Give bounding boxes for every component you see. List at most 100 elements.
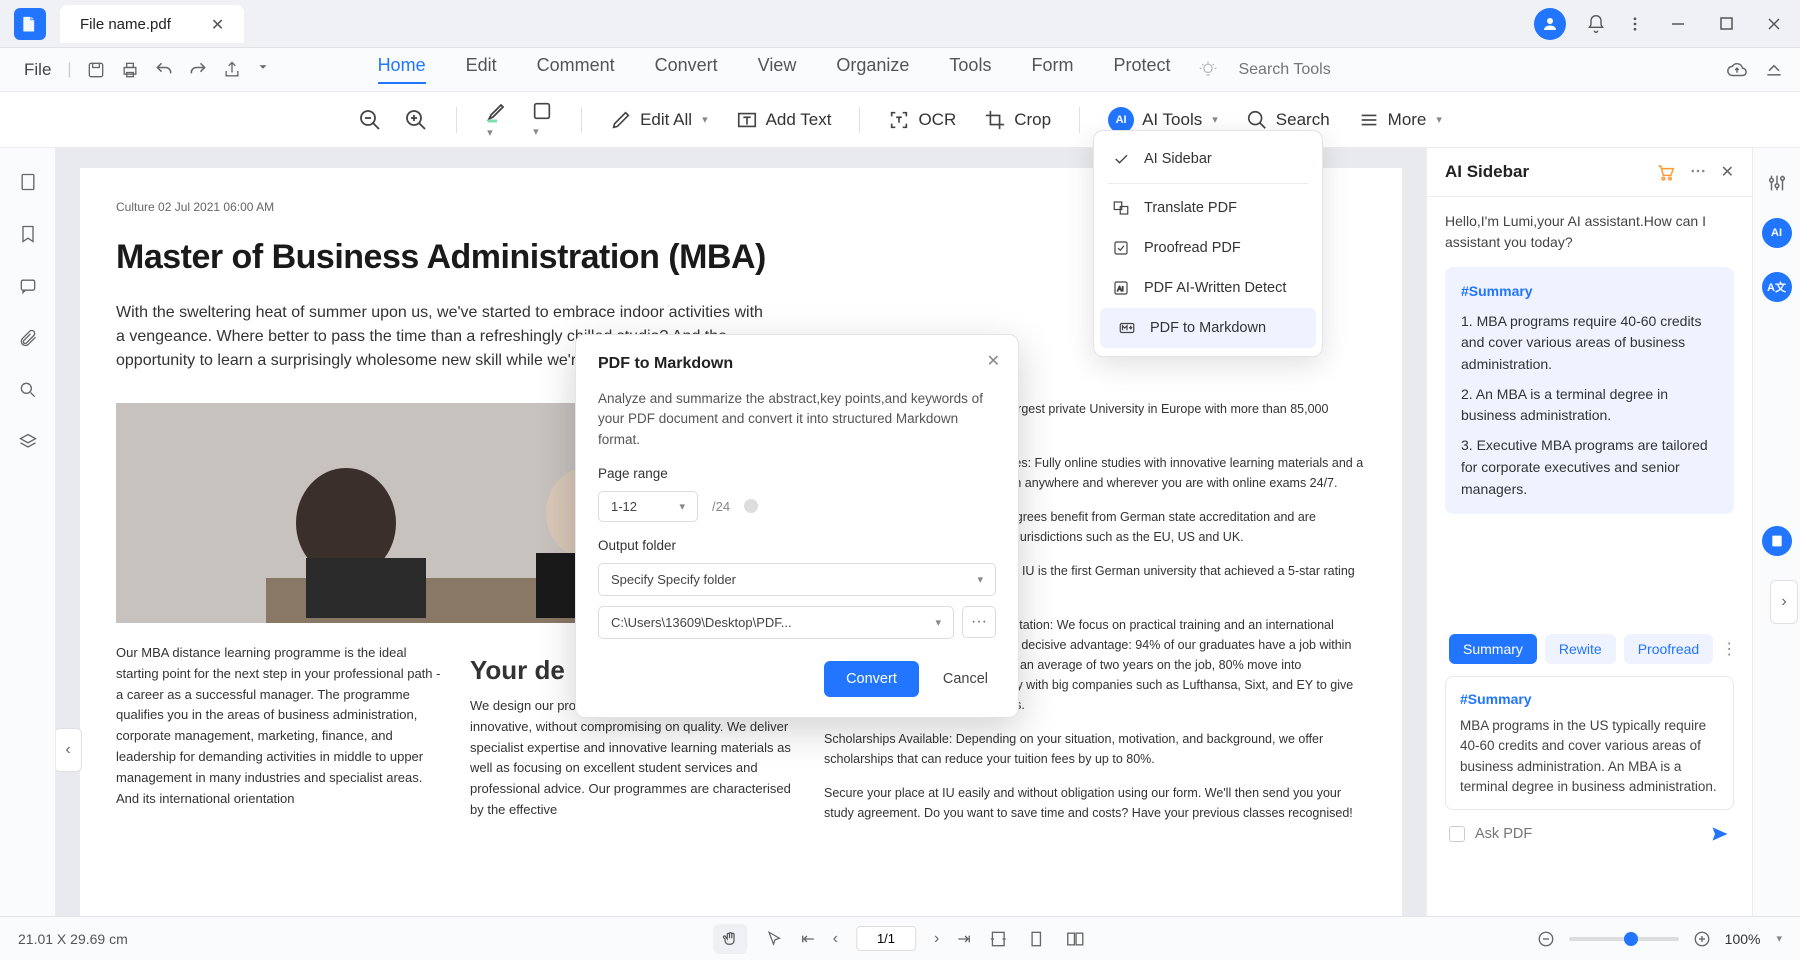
chip-rewrite[interactable]: Rewite: [1545, 634, 1616, 664]
page-next-chevron[interactable]: ›: [1770, 580, 1798, 624]
page-dimensions: 21.01 X 29.69 cm: [18, 931, 128, 947]
zoom-plus-icon[interactable]: [1693, 930, 1711, 948]
send-icon[interactable]: [1710, 824, 1730, 844]
pdf-to-markdown-modal: PDF to Markdown ✕ Analyze and summarize …: [575, 334, 1019, 718]
search-button[interactable]: Search: [1246, 109, 1330, 131]
titlebar: File name.pdf ✕: [0, 0, 1800, 48]
output-path-select[interactable]: C:\Users\13609\Desktop\PDF... ▾: [598, 606, 954, 639]
app-logo[interactable]: [14, 8, 46, 40]
minimize-icon[interactable]: [1664, 10, 1692, 38]
prev-page-icon[interactable]: ‹: [833, 930, 838, 948]
chip-proofread[interactable]: Proofread: [1624, 634, 1713, 664]
ask-pdf-input[interactable]: [1475, 826, 1700, 842]
modal-close-icon[interactable]: ✕: [987, 351, 1000, 371]
ai-more-icon[interactable]: [1689, 162, 1707, 182]
convert-button[interactable]: Convert: [824, 661, 919, 697]
redo-icon[interactable]: [188, 60, 208, 80]
tab-home[interactable]: Home: [378, 55, 426, 84]
rail-doc-icon[interactable]: [1762, 526, 1792, 556]
dropdown-icon[interactable]: [256, 60, 270, 80]
search-panel-icon[interactable]: [18, 380, 38, 400]
page-range-label: Page range: [598, 466, 996, 481]
tab-convert[interactable]: Convert: [655, 55, 718, 84]
ai-result-card: #Summary MBA programs in the US typicall…: [1445, 676, 1734, 810]
tab-protect[interactable]: Protect: [1113, 55, 1170, 84]
left-rail: [0, 148, 56, 960]
ai-menu-proofread[interactable]: Proofread PDF: [1094, 228, 1322, 268]
search-tools-input[interactable]: [1238, 61, 1378, 79]
ai-menu-detect[interactable]: AI PDF AI-Written Detect: [1094, 268, 1322, 308]
page-range-select[interactable]: 1-12 ▾: [598, 491, 698, 522]
select-tool-icon[interactable]: [765, 930, 783, 948]
ai-close-icon[interactable]: ✕: [1721, 162, 1734, 182]
thumbnails-icon[interactable]: [18, 172, 38, 192]
fit-width-icon[interactable]: [989, 929, 1009, 949]
tab-filename: File name.pdf: [80, 16, 171, 33]
first-page-icon[interactable]: ⇤: [801, 929, 814, 949]
tab-tools[interactable]: Tools: [949, 55, 991, 84]
cart-icon[interactable]: [1655, 162, 1675, 182]
more-button[interactable]: More▾: [1358, 109, 1442, 131]
output-folder-select[interactable]: Specify Specify folder ▾: [598, 563, 996, 596]
rail-ai-icon[interactable]: AI: [1762, 218, 1792, 248]
zoom-out-icon[interactable]: [358, 108, 382, 132]
tab-view[interactable]: View: [758, 55, 797, 84]
zoom-slider[interactable]: [1569, 937, 1679, 941]
ask-checkbox[interactable]: [1449, 826, 1465, 842]
tab-close-icon[interactable]: ✕: [211, 15, 224, 35]
browse-button[interactable]: ···: [962, 606, 996, 638]
page-input[interactable]: [856, 926, 916, 951]
tab-form[interactable]: Form: [1031, 55, 1073, 84]
ai-menu-translate[interactable]: Translate PDF: [1094, 188, 1322, 228]
save-icon[interactable]: [86, 60, 106, 80]
ai-tools-button[interactable]: AI AI Tools▾: [1108, 107, 1218, 133]
file-menu[interactable]: File: [16, 56, 59, 84]
page-prev-chevron[interactable]: ‹: [56, 728, 82, 772]
chip-more-icon[interactable]: ⋮: [1721, 639, 1737, 659]
cloud-icon[interactable]: [1726, 59, 1748, 81]
user-avatar[interactable]: [1534, 8, 1566, 40]
svg-text:AI: AI: [1117, 286, 1124, 293]
two-page-icon[interactable]: [1065, 929, 1087, 949]
layers-icon[interactable]: [18, 432, 38, 452]
menubar-tabs: Home Edit Comment Convert View Organize …: [378, 55, 1171, 84]
zoom-minus-icon[interactable]: [1537, 930, 1555, 948]
share-icon[interactable]: [222, 60, 242, 80]
ai-sidebar-title: AI Sidebar: [1445, 162, 1529, 182]
last-page-icon[interactable]: ⇥: [957, 929, 970, 949]
attachments-icon[interactable]: [18, 328, 38, 348]
next-page-icon[interactable]: ›: [934, 930, 939, 948]
ai-menu-markdown[interactable]: PDF to Markdown: [1100, 308, 1316, 348]
rail-translate-icon[interactable]: A文: [1762, 272, 1792, 302]
add-text-button[interactable]: Add Text: [736, 109, 832, 131]
zoom-dropdown-icon[interactable]: ▾: [1776, 932, 1782, 945]
single-page-icon[interactable]: [1027, 929, 1047, 949]
highlighter-icon[interactable]: ▾: [485, 99, 509, 141]
print-icon[interactable]: [120, 60, 140, 80]
tab-edit[interactable]: Edit: [466, 55, 497, 84]
chip-summary[interactable]: Summary: [1449, 634, 1537, 664]
lightbulb-icon[interactable]: [1198, 60, 1218, 80]
document-tab[interactable]: File name.pdf ✕: [60, 5, 244, 43]
cancel-button[interactable]: Cancel: [935, 661, 996, 697]
tab-comment[interactable]: Comment: [537, 55, 615, 84]
collapse-icon[interactable]: [1764, 59, 1784, 81]
kebab-icon[interactable]: [1626, 15, 1644, 33]
bell-icon[interactable]: [1586, 14, 1606, 34]
ai-menu-sidebar[interactable]: AI Sidebar: [1094, 139, 1322, 179]
undo-icon[interactable]: [154, 60, 174, 80]
close-icon[interactable]: [1760, 10, 1788, 38]
tab-organize[interactable]: Organize: [836, 55, 909, 84]
hand-tool-icon[interactable]: [713, 924, 747, 954]
zoom-in-icon[interactable]: [404, 108, 428, 132]
maximize-icon[interactable]: [1712, 10, 1740, 38]
range-radio[interactable]: [744, 499, 758, 513]
comments-icon[interactable]: [18, 276, 38, 296]
crop-button[interactable]: Crop: [984, 109, 1051, 131]
ocr-button[interactable]: OCR: [888, 109, 956, 131]
zoom-value: 100%: [1725, 931, 1761, 947]
bookmark-icon[interactable]: [18, 224, 38, 244]
shape-icon[interactable]: ▾: [531, 100, 553, 140]
sliders-icon[interactable]: [1766, 172, 1788, 194]
edit-all-button[interactable]: Edit All▾: [610, 109, 708, 131]
